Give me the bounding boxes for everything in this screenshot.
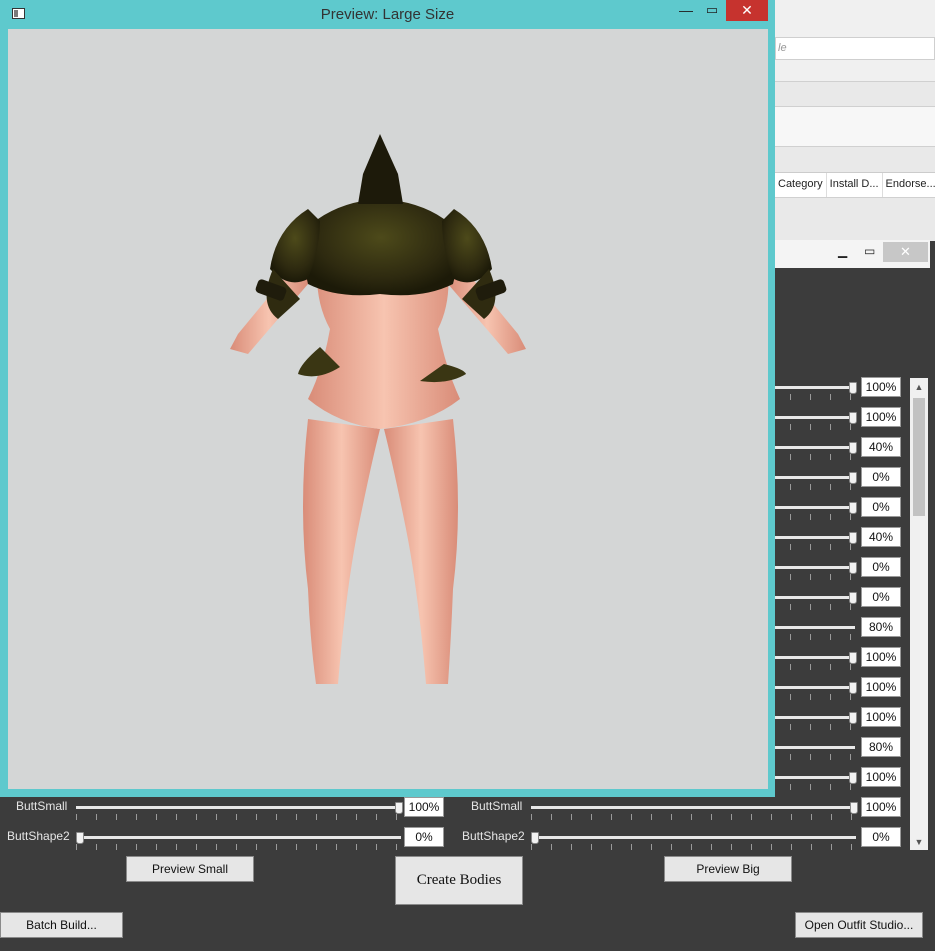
slider-thumb[interactable]	[531, 832, 539, 844]
slider-value-field[interactable]: 100%	[861, 647, 901, 667]
background-tabbar	[775, 146, 935, 172]
slider-thumb[interactable]	[849, 592, 857, 604]
slider-value-field[interactable]: 80%	[861, 617, 901, 637]
slider-track[interactable]	[531, 836, 856, 839]
slider-thumb[interactable]	[849, 562, 857, 574]
slider-row[interactable]	[76, 832, 401, 858]
slider-thumb[interactable]	[849, 652, 857, 664]
slider-label: ButtSmall	[471, 799, 523, 813]
background-panel	[775, 106, 935, 147]
slider-scrollbar-thumb[interactable]	[913, 398, 925, 516]
slider-row[interactable]	[76, 802, 403, 828]
scroll-up-icon[interactable]: ▲	[910, 379, 928, 395]
slider-value-field[interactable]: 100%	[861, 797, 901, 817]
create-bodies-button[interactable]: Create Bodies	[395, 856, 523, 905]
slider-track[interactable]	[76, 836, 401, 839]
preview-small-button[interactable]: Preview Small	[126, 856, 254, 882]
slider-thumb[interactable]	[850, 802, 858, 814]
column-header-category[interactable]: Category	[775, 173, 827, 198]
slider-thumb[interactable]	[849, 412, 857, 424]
slider-thumb[interactable]	[849, 712, 857, 724]
bodyslide-maximize-button[interactable]: ▭	[864, 244, 875, 258]
slider-row[interactable]	[531, 832, 856, 858]
left-leg	[303, 419, 380, 684]
slider-value-field[interactable]: 100%	[861, 377, 901, 397]
slider-value-field[interactable]: 0%	[861, 497, 901, 517]
preview-3d-viewport[interactable]	[8, 29, 768, 789]
slider-value-field[interactable]: 100%	[404, 797, 444, 817]
slider-value-field[interactable]: 0%	[861, 587, 901, 607]
slider-thumb[interactable]	[849, 472, 857, 484]
slider-thumb[interactable]	[849, 442, 857, 454]
background-column-headers: Category Install D... Endorse...	[775, 172, 935, 199]
slider-thumb[interactable]	[76, 832, 84, 844]
slider-thumb[interactable]	[849, 532, 857, 544]
bodyslide-close-button[interactable]: ✕	[883, 242, 928, 262]
right-leg	[384, 419, 458, 684]
background-row-area	[775, 197, 935, 241]
slider-value-field[interactable]: 100%	[861, 707, 901, 727]
background-toolbar	[775, 81, 935, 106]
column-header-endorsement[interactable]: Endorse...	[883, 173, 935, 198]
preview-window-title: Preview: Large Size	[320, 6, 455, 23]
slider-value-field[interactable]: 0%	[861, 827, 901, 847]
slider-value-field[interactable]: 100%	[861, 407, 901, 427]
slider-row[interactable]	[531, 802, 858, 828]
close-icon[interactable]: ✕	[726, 0, 768, 21]
scroll-down-icon[interactable]: ▼	[910, 834, 928, 850]
background-search-input[interactable]: le	[775, 37, 935, 60]
armor-collar	[358, 134, 403, 204]
slider-ticks	[531, 844, 856, 850]
slider-ticks	[531, 814, 856, 820]
slider-ticks	[76, 844, 401, 850]
slider-value-field[interactable]: 40%	[861, 527, 901, 547]
slider-value-field[interactable]: 0%	[861, 467, 901, 487]
slider-label: ButtShape2	[462, 829, 525, 843]
open-outfit-studio-button[interactable]: Open Outfit Studio...	[795, 912, 923, 938]
preview-big-button[interactable]: Preview Big	[664, 856, 792, 882]
slider-value-field[interactable]: 0%	[404, 827, 444, 847]
slider-label: ButtShape2	[7, 829, 70, 843]
armor-top	[304, 199, 457, 296]
minimize-icon[interactable]: —	[676, 2, 696, 22]
maximize-icon[interactable]: ▭	[702, 2, 722, 22]
slider-thumb[interactable]	[395, 802, 403, 814]
bodyslide-minimize-button[interactable]: ▁	[838, 244, 847, 258]
slider-track[interactable]	[531, 806, 856, 809]
preview-window: Preview: Large Size — ▭ ✕	[0, 0, 775, 797]
slider-track[interactable]	[76, 806, 401, 809]
slider-value-field[interactable]: 80%	[861, 737, 901, 757]
slider-thumb[interactable]	[849, 772, 857, 784]
slider-value-field[interactable]: 40%	[861, 437, 901, 457]
slider-ticks	[76, 814, 401, 820]
slider-thumb[interactable]	[849, 382, 857, 394]
slider-thumb[interactable]	[849, 682, 857, 694]
body-model-render	[230, 134, 526, 684]
slider-value-field[interactable]: 100%	[861, 677, 901, 697]
slider-label: ButtSmall	[16, 799, 68, 813]
slider-value-field[interactable]: 100%	[861, 767, 901, 787]
slider-value-field[interactable]: 0%	[861, 557, 901, 577]
batch-build-button[interactable]: Batch Build...	[0, 912, 123, 938]
slider-thumb[interactable]	[849, 502, 857, 514]
column-header-install-date[interactable]: Install D...	[827, 173, 883, 198]
